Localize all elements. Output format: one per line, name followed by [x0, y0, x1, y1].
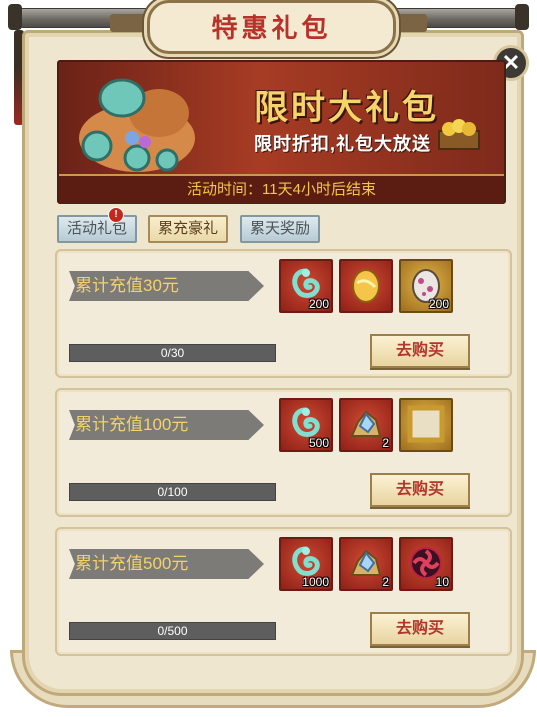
reward-card: 累计充值30元 200 200 0/30 去购买: [55, 249, 512, 378]
recharge-progress-bar: 0/30: [69, 344, 276, 362]
tab-label: 累天奖励: [250, 220, 311, 237]
item-count: 1000: [302, 575, 329, 589]
reward-tier-label: 累计充值100元: [69, 410, 264, 440]
recharge-progress-bar: 0/100: [69, 483, 276, 501]
treasure-sack-icon: [79, 78, 195, 172]
tab-label: 累充豪礼: [158, 220, 219, 237]
reward-card: 累计充值500元 1000 2 10 0/500 去购买: [55, 527, 512, 656]
item-count: 2: [382, 436, 389, 450]
scroll-rod-cap-right: [515, 4, 529, 30]
buy-button[interactable]: 去购买: [370, 612, 470, 646]
gold-chest-icon: [438, 119, 480, 150]
reward-tier-label: 累计充值500元: [69, 549, 264, 579]
reward-item-slot[interactable]: 2: [339, 537, 393, 591]
recharge-progress-bar: 0/500: [69, 622, 276, 640]
item-count: 200: [308, 297, 329, 311]
promo-banner: 限时大礼包 限时折扣,礼包大放送 活动时间：11天4小时后结束: [57, 60, 506, 204]
banner-subtitle: 限时折扣,礼包大放送: [254, 134, 432, 154]
banner-title: 限时大礼包: [254, 88, 439, 128]
reward-tier-label: 累计充值30元: [69, 271, 264, 301]
title-plate: 特惠礼包: [147, 0, 396, 54]
reward-item-slot[interactable]: 500: [279, 398, 333, 452]
title-ornament-left: [110, 14, 150, 32]
buy-button[interactable]: 去购买: [370, 334, 470, 368]
notification-badge: !: [108, 207, 124, 223]
window-title: 特惠礼包: [211, 14, 332, 44]
buy-button[interactable]: 去购买: [370, 473, 470, 507]
reward-card: 累计充值100元 500 2 0/100 去购买: [55, 388, 512, 517]
item-count: 2: [382, 575, 389, 589]
tab-activity-gift[interactable]: 活动礼包: [57, 215, 138, 243]
item-count: 10: [435, 575, 449, 589]
reward-item-slot[interactable]: 1000: [279, 537, 333, 591]
progress-text: 0/500: [157, 624, 188, 638]
reward-item-slot[interactable]: 2: [339, 398, 393, 452]
reward-item-slot[interactable]: 200: [279, 259, 333, 313]
scroll-rod-cap-left: [8, 4, 22, 30]
item-count: 500: [308, 436, 329, 450]
item-count: 200: [428, 297, 449, 311]
event-timer-text: 活动时间：11天4小时后结束: [187, 181, 376, 198]
reward-item-slot[interactable]: [339, 259, 393, 313]
tab-recharge-rewards[interactable]: 累充豪礼: [148, 215, 229, 243]
reward-item-slot[interactable]: [399, 398, 453, 452]
progress-text: 0/100: [157, 485, 188, 499]
progress-text: 0/30: [160, 346, 185, 360]
event-timer: 活动时间：11天4小时后结束: [59, 174, 504, 204]
reward-item-slot[interactable]: 10: [399, 537, 453, 591]
reward-item-slot[interactable]: 200: [399, 259, 453, 313]
tab-daily-rewards[interactable]: 累天奖励: [240, 215, 321, 243]
